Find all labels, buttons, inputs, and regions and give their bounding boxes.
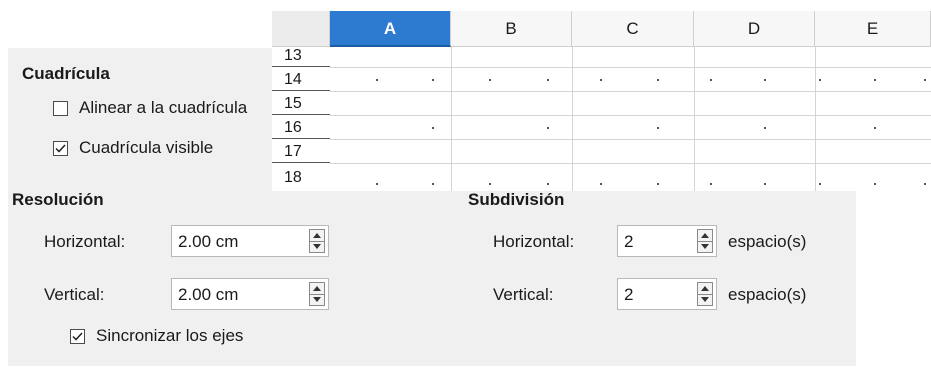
row-header-13[interactable]: 13 bbox=[272, 47, 330, 67]
arrow-down-icon bbox=[701, 244, 709, 249]
row-header-18[interactable]: 18 bbox=[272, 163, 330, 191]
row-header-14[interactable]: 14 bbox=[272, 67, 330, 91]
grid-line bbox=[815, 47, 816, 191]
row-header-15[interactable]: 15 bbox=[272, 91, 330, 115]
arrow-down-icon bbox=[313, 297, 321, 302]
column-header-e[interactable]: E bbox=[815, 11, 931, 47]
grid-point bbox=[710, 79, 712, 81]
grid-line bbox=[694, 47, 695, 191]
grid-point bbox=[764, 183, 766, 185]
arrow-up-icon bbox=[313, 233, 321, 238]
snap-to-grid-checkbox[interactable]: Alinear a la cuadrícula bbox=[53, 98, 283, 120]
grid-point bbox=[924, 183, 926, 185]
grid-point bbox=[376, 183, 378, 185]
grid-line bbox=[330, 67, 931, 68]
spreadsheet-grid: A B C D E 13 14 15 16 17 18 bbox=[272, 11, 931, 191]
subdivision-vertical-unit: espacio(s) bbox=[728, 285, 807, 304]
grid-line bbox=[330, 115, 931, 116]
grid-line bbox=[330, 139, 931, 140]
grid-line bbox=[330, 91, 931, 92]
column-header-c[interactable]: C bbox=[572, 11, 694, 47]
column-header-b[interactable]: B bbox=[451, 11, 572, 47]
subdivision-horizontal-unit: espacio(s) bbox=[728, 232, 807, 251]
resolution-section-title: Resolución bbox=[12, 190, 104, 209]
subdivision-horizontal-field[interactable]: 2 bbox=[617, 225, 717, 257]
resolution-horizontal-value: 2.00 cm bbox=[178, 232, 239, 251]
resolution-horizontal-field[interactable]: 2.00 cm bbox=[171, 225, 329, 257]
grid-point bbox=[764, 127, 766, 129]
visible-grid-label: Cuadrícula visible bbox=[79, 138, 214, 157]
select-all-corner[interactable] bbox=[272, 11, 330, 47]
grid-point bbox=[657, 79, 659, 81]
resolution-horizontal-label: Horizontal: bbox=[44, 232, 126, 251]
column-header-a[interactable]: A bbox=[330, 11, 451, 47]
grid-point bbox=[600, 183, 602, 185]
grid-line bbox=[572, 47, 573, 191]
subdivision-horizontal-label: Horizontal: bbox=[493, 232, 575, 251]
subdivision-horizontal-decrement-button[interactable] bbox=[698, 241, 712, 252]
sync-axes-label: Sincronizar los ejes bbox=[96, 326, 244, 345]
grid-point bbox=[547, 183, 549, 185]
resolution-horizontal-spin-buttons[interactable] bbox=[309, 229, 325, 253]
grid-section-title: Cuadrícula bbox=[22, 64, 110, 83]
grid-point bbox=[547, 79, 549, 81]
snap-to-grid-checkbox-box[interactable] bbox=[53, 101, 68, 116]
subdivision-horizontal-spin-buttons[interactable] bbox=[697, 229, 713, 253]
subdivision-vertical-value: 2 bbox=[624, 285, 634, 304]
resolution-horizontal-decrement-button[interactable] bbox=[310, 241, 324, 252]
grid-point bbox=[657, 127, 659, 129]
arrow-up-icon bbox=[313, 286, 321, 291]
grid-point bbox=[432, 183, 434, 185]
resolution-vertical-decrement-button[interactable] bbox=[310, 294, 324, 305]
checkmark-icon bbox=[72, 332, 83, 341]
grid-point bbox=[657, 183, 659, 185]
row-header-17[interactable]: 17 bbox=[272, 139, 330, 163]
grid-line bbox=[451, 47, 452, 191]
grid-point bbox=[710, 183, 712, 185]
resolution-vertical-field[interactable]: 2.00 cm bbox=[171, 278, 329, 310]
arrow-down-icon bbox=[701, 297, 709, 302]
grid-point bbox=[819, 79, 821, 81]
subdivision-vertical-spin-buttons[interactable] bbox=[697, 282, 713, 306]
grid-point bbox=[874, 79, 876, 81]
grid-point bbox=[874, 183, 876, 185]
visible-grid-checkbox[interactable]: Cuadrícula visible bbox=[53, 138, 283, 160]
grid-point bbox=[874, 127, 876, 129]
grid-point bbox=[924, 79, 926, 81]
grid-point bbox=[819, 183, 821, 185]
grid-point bbox=[600, 79, 602, 81]
grid-point bbox=[376, 79, 378, 81]
grid-point bbox=[764, 79, 766, 81]
subdivision-section-title: Subdivisión bbox=[468, 190, 565, 209]
grid-point bbox=[489, 183, 491, 185]
arrow-up-icon bbox=[701, 233, 709, 238]
grid-point bbox=[489, 79, 491, 81]
sync-axes-checkbox-box[interactable] bbox=[70, 329, 85, 344]
subdivision-vertical-field[interactable]: 2 bbox=[617, 278, 717, 310]
grid-point bbox=[432, 79, 434, 81]
arrow-up-icon bbox=[701, 286, 709, 291]
sync-axes-checkbox[interactable]: Sincronizar los ejes bbox=[70, 326, 290, 348]
snap-to-grid-label: Alinear a la cuadrícula bbox=[79, 98, 248, 117]
grid-point bbox=[432, 127, 434, 129]
grid-point bbox=[547, 127, 549, 129]
subdivision-vertical-label: Vertical: bbox=[493, 285, 554, 304]
resolution-vertical-label: Vertical: bbox=[44, 285, 105, 304]
checkmark-icon bbox=[55, 144, 66, 153]
subdivision-horizontal-value: 2 bbox=[624, 232, 634, 251]
resolution-vertical-value: 2.00 cm bbox=[178, 285, 239, 304]
visible-grid-checkbox-box[interactable] bbox=[53, 141, 68, 156]
arrow-down-icon bbox=[313, 244, 321, 249]
grid-line bbox=[330, 163, 931, 164]
column-header-d[interactable]: D bbox=[694, 11, 815, 47]
row-header-16[interactable]: 16 bbox=[272, 115, 330, 139]
subdivision-vertical-decrement-button[interactable] bbox=[698, 294, 712, 305]
resolution-vertical-spin-buttons[interactable] bbox=[309, 282, 325, 306]
